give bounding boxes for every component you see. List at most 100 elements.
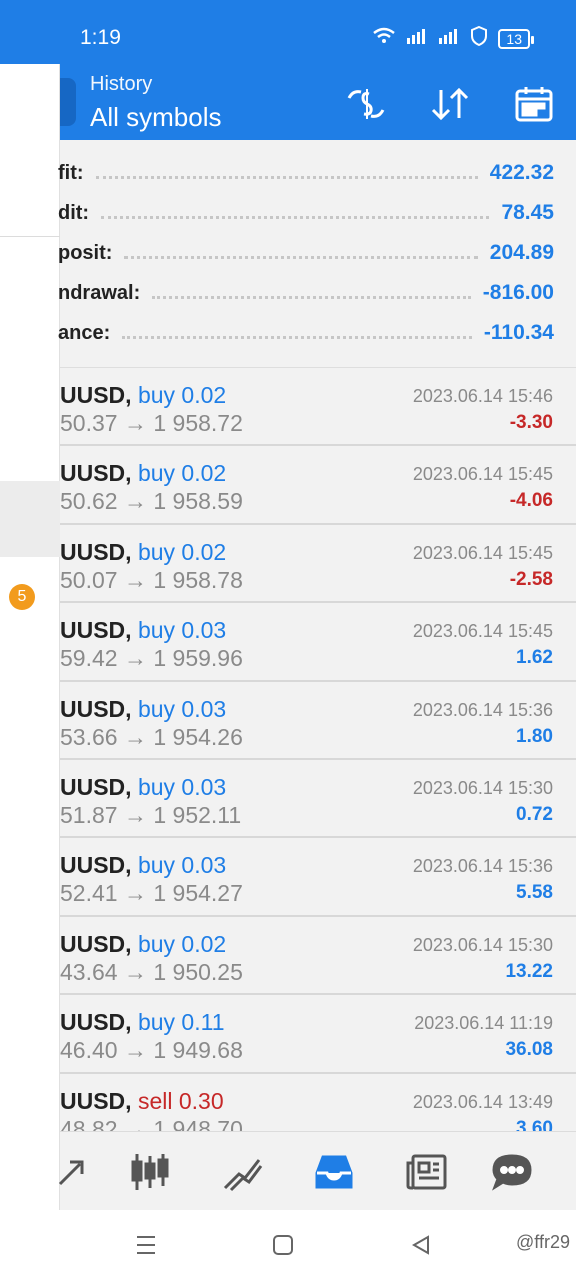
navigation-drawer[interactable]: 5 [0,64,60,1210]
trade-profit: 3.60 [516,1117,553,1131]
calendar-icon[interactable] [512,82,556,126]
summary-row-withdrawal: ndrawal: -816.00 [58,276,576,310]
trade-close-price: 1 952.11 [153,801,242,828]
list-item[interactable]: UUSD, sell 0.30 48.82 → 1 948.70 2023.06… [60,1073,576,1131]
trade-date: 2023.06.14 11:19 [414,1013,553,1034]
chat-icon[interactable] [490,1150,534,1194]
summary-label: dit: [58,201,90,224]
trade-close-price: 1 954.27 [153,880,243,907]
arrow-right-icon: → [123,723,147,750]
trade-close-price: 1 949.68 [153,1037,243,1064]
wifi-icon [372,27,396,50]
summary-value: -110.34 [483,321,554,344]
trade-symbol: UUSD, [60,538,132,565]
trade-date: 2023.06.14 13:49 [412,1091,553,1112]
trade-date: 2023.06.14 15:45 [412,542,553,563]
trade-open-price: 50.07 [60,566,118,593]
trade-date: 2023.06.14 15:36 [412,699,553,720]
currency-exchange-icon[interactable] [344,82,388,126]
trade-open-price: 50.37 [60,410,118,436]
trade-open-price: 46.40 [60,1037,118,1064]
trade-open-price: 50.62 [60,488,118,515]
history-icon[interactable] [312,1150,356,1194]
trade-icon[interactable] [220,1150,264,1194]
dotted-leader [101,207,490,219]
trade-side: sell 0.30 [137,1087,224,1114]
news-icon[interactable] [404,1150,448,1194]
arrow-right-icon: → [123,1037,147,1064]
list-item[interactable]: UUSD, buy 0.02 50.07 → 1 958.78 2023.06.… [60,524,576,604]
trade-profit: 13.22 [505,960,553,982]
trade-side: buy 0.03 [137,852,227,879]
trade-symbol: UUSD, [60,382,132,408]
list-item[interactable]: UUSD, buy 0.02 50.37 → 1 958.72 2023.06.… [60,368,576,447]
trade-side: buy 0.02 [137,460,227,487]
menu-icon[interactable] [131,1230,161,1260]
trade-symbol: UUSD, [60,773,132,800]
summary-row-credit: dit: 78.45 [58,196,576,230]
sort-icon[interactable] [428,82,472,126]
trade-symbol: UUSD, [60,617,132,644]
arrow-right-icon: → [123,410,147,436]
trade-history-list[interactable]: UUSD, buy 0.02 50.37 → 1 958.72 2023.06.… [60,368,576,1131]
drawer-item-selected[interactable] [0,481,60,557]
trade-profit: 36.08 [505,1039,553,1061]
list-item[interactable]: UUSD, buy 0.03 51.87 → 1 952.11 2023.06.… [60,759,576,839]
app-bar-subtitle: History [90,73,153,95]
trade-profit: -4.06 [509,490,553,512]
arrow-right-icon: → [123,801,147,828]
dotted-leader [124,247,478,259]
summary-row-profit: fit: 422.32 [58,156,576,190]
quotes-icon[interactable] [52,1150,96,1194]
list-item[interactable]: UUSD, buy 0.03 59.42 → 1 959.96 2023.06.… [60,603,576,682]
drawer-divider [0,236,60,237]
back-icon[interactable] [406,1230,436,1260]
trade-date: 2023.06.14 15:45 [412,464,553,485]
bottom-tab-bar [58,1131,576,1210]
trade-side: buy 0.02 [137,538,227,565]
arrow-right-icon: → [123,488,147,515]
home-icon[interactable] [268,1230,298,1260]
list-item[interactable]: UUSD, buy 0.02 50.62 → 1 958.59 2023.06.… [60,446,576,525]
battery-indicator: 13 [498,28,534,49]
trade-symbol: UUSD, [60,1009,132,1036]
trade-side: buy 0.11 [137,1009,225,1036]
list-item[interactable]: UUSD, buy 0.03 52.41 → 1 954.27 2023.06.… [60,838,576,917]
trade-profit: 1.80 [516,725,553,747]
trade-open-price: 51.87 [60,801,118,828]
summary-value: 422.32 [489,161,554,184]
trade-profit: 5.58 [516,882,553,904]
trade-side: buy 0.03 [137,617,227,644]
trade-close-price: 1 958.72 [153,410,243,436]
trade-symbol: UUSD, [60,695,132,722]
summary-panel: fit: 422.32 dit: 78.45 posit: 204.89 ndr… [58,140,576,368]
trade-profit: 0.72 [516,803,553,825]
trade-symbol: UUSD, [60,852,132,879]
app-bar-title[interactable]: All symbols [90,102,221,133]
notification-badge: 5 [9,584,35,610]
list-item[interactable]: UUSD, buy 0.03 53.66 → 1 954.26 2023.06.… [60,681,576,760]
watermark: @ffr29 [516,1232,570,1252]
summary-row-balance: ance: -110.34 [58,316,576,350]
dotted-leader [122,327,472,339]
summary-label: posit: [58,241,113,264]
trade-close-price: 1 948.70 [153,1115,243,1131]
summary-row-deposit: posit: 204.89 [58,236,576,270]
trade-symbol: UUSD, [60,1087,132,1114]
trade-close-price: 1 958.78 [153,566,243,593]
summary-label: ndrawal: [58,281,141,304]
trade-date: 2023.06.14 15:30 [412,934,553,955]
signal-icon [406,28,428,49]
list-item[interactable]: UUSD, buy 0.02 43.64 → 1 950.25 2023.06.… [60,916,576,996]
status-time: 1:19 [80,26,121,49]
trade-side: buy 0.02 [137,930,227,957]
arrow-right-icon: → [123,566,147,593]
system-nav-bar: @ffr29 [0,1210,576,1280]
summary-value: 204.89 [489,241,554,264]
trade-symbol: UUSD, [60,460,132,487]
status-bar: 1:19 13 [0,0,576,64]
trade-side: buy 0.03 [137,695,227,722]
summary-value: 78.45 [501,201,554,224]
candles-icon[interactable] [128,1150,172,1194]
list-item[interactable]: UUSD, buy 0.11 46.40 → 1 949.68 2023.06.… [60,995,576,1074]
